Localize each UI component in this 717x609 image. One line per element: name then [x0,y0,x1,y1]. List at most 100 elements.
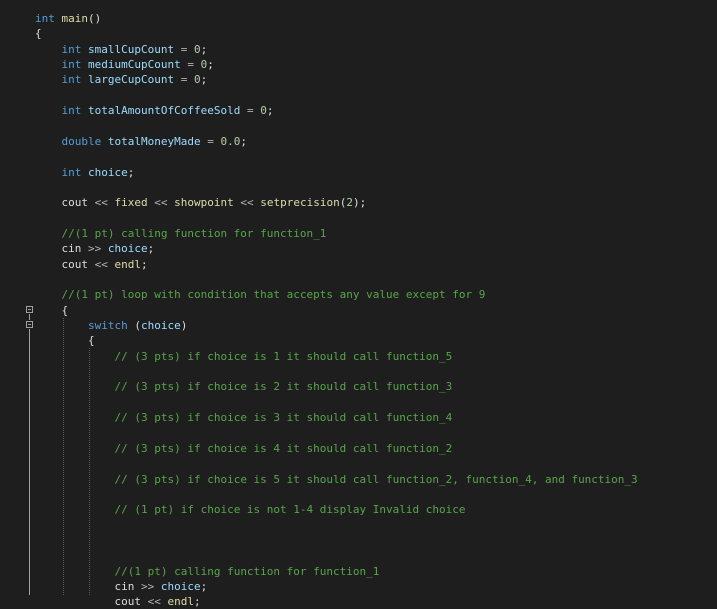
token: 0 [260,104,267,118]
token: ; [147,242,155,256]
code-line-decl-choice[interactable]: int choice; [35,165,135,180]
token: << [154,196,168,210]
code-line-decl-total-money[interactable]: double totalMoneyMade = 0.0; [35,134,247,149]
token: 0.0 [220,134,241,148]
token: cout [61,196,89,210]
token: choice [160,579,201,593]
token: smallCupCount [88,42,175,56]
code-line-decl-total-coffee[interactable]: int totalAmountOfCoffeeSold = 0; [35,103,274,118]
token: ; [207,58,214,71]
code-line-switch-stmt[interactable]: switch (choice) [35,318,187,333]
code-line-decl-medium-cup[interactable]: int mediumCupCount = 0; [35,57,214,72]
code-line-comment-case-5[interactable]: // (3 pts) if choice is 5 it should call… [35,472,638,487]
token: totalAmountOfCoffeeSold [88,104,241,118]
code-line-loop-open-brace[interactable]: { [35,303,68,318]
token: () [88,12,102,25]
token: double [61,134,102,148]
token: ; [240,134,247,148]
code-line-comment-call-1[interactable]: //(1 pt) calling function for function_1 [35,226,327,241]
token: // (3 pts) if choice is 5 it should call… [114,472,638,486]
token: 0 [193,73,201,87]
code-line-cin-choice-1[interactable]: cin >> choice; [35,241,155,256]
token: { [35,334,95,348]
code-line-main-open-brace[interactable]: { [35,26,42,41]
token: int [61,58,82,71]
token: // (3 pts) if choice is 4 it should call… [114,441,453,455]
token: int [35,12,55,25]
token: ; [141,257,148,271]
token: showpoint [174,196,234,210]
token: << [94,257,108,271]
token: ; [193,595,201,609]
token: int [61,42,82,56]
code-line-comment-call-2[interactable]: //(1 pt) calling function for function_1 [35,564,379,579]
code-line-cout-endl-1[interactable]: cout << endl; [35,257,148,272]
code-line-comment-loop[interactable]: //(1 pt) loop with condition that accept… [35,287,486,302]
code-line-comment-case-2[interactable]: // (3 pts) if choice is 2 it should call… [35,379,452,394]
token: fixed [114,196,148,210]
code-line-main-signature[interactable]: int main() [35,11,101,26]
token: choice [140,319,181,332]
code-line-switch-open-brace[interactable]: { [35,333,95,348]
token: cout [61,257,89,271]
collapse-switch-icon[interactable] [26,321,33,328]
token: //(1 pt) calling function for function_1 [114,564,380,578]
code-line-comment-case-3[interactable]: // (3 pts) if choice is 3 it should call… [35,410,452,425]
token: ; [266,104,274,118]
token: mediumCupCount [88,58,181,71]
code-line-decl-small-cup[interactable]: int smallCupCount = 0; [35,42,208,57]
token: = [187,58,194,71]
token: int [61,73,82,87]
collapse-loop-icon[interactable] [26,306,33,313]
token: << [94,196,108,210]
token: cin [114,579,135,593]
code-line-cin-choice-2[interactable]: cin >> choice; [35,579,207,594]
token: //(1 pt) calling function for function_1 [61,226,327,240]
code-line-comment-case-1[interactable]: // (3 pts) if choice is 1 it should call… [35,349,452,364]
token: int [61,165,82,179]
token: << [147,595,161,609]
token: { [35,27,42,41]
code-line-cout-endl-2[interactable]: cout << endl; [35,594,201,609]
token: setprecision [260,196,340,210]
token: // (3 pts) if choice is 1 it should call… [114,349,453,363]
code-line-comment-invalid[interactable]: // (1 pt) if choice is not 1-4 display I… [35,502,465,517]
code-line-comment-case-4[interactable]: // (3 pts) if choice is 4 it should call… [35,441,452,456]
token: totalMoneyMade [107,134,201,148]
token: endl [114,257,142,271]
code-line-cout-fixed[interactable]: cout << fixed << showpoint << setprecisi… [35,195,367,210]
token: cout [114,595,141,609]
code-editor[interactable]: int main(){ int smallCupCount = 0; int m… [0,0,717,608]
token: { [35,303,69,317]
token: ( [127,319,141,332]
code-line-decl-large-cup[interactable]: int largeCupCount = 0; [35,72,208,87]
